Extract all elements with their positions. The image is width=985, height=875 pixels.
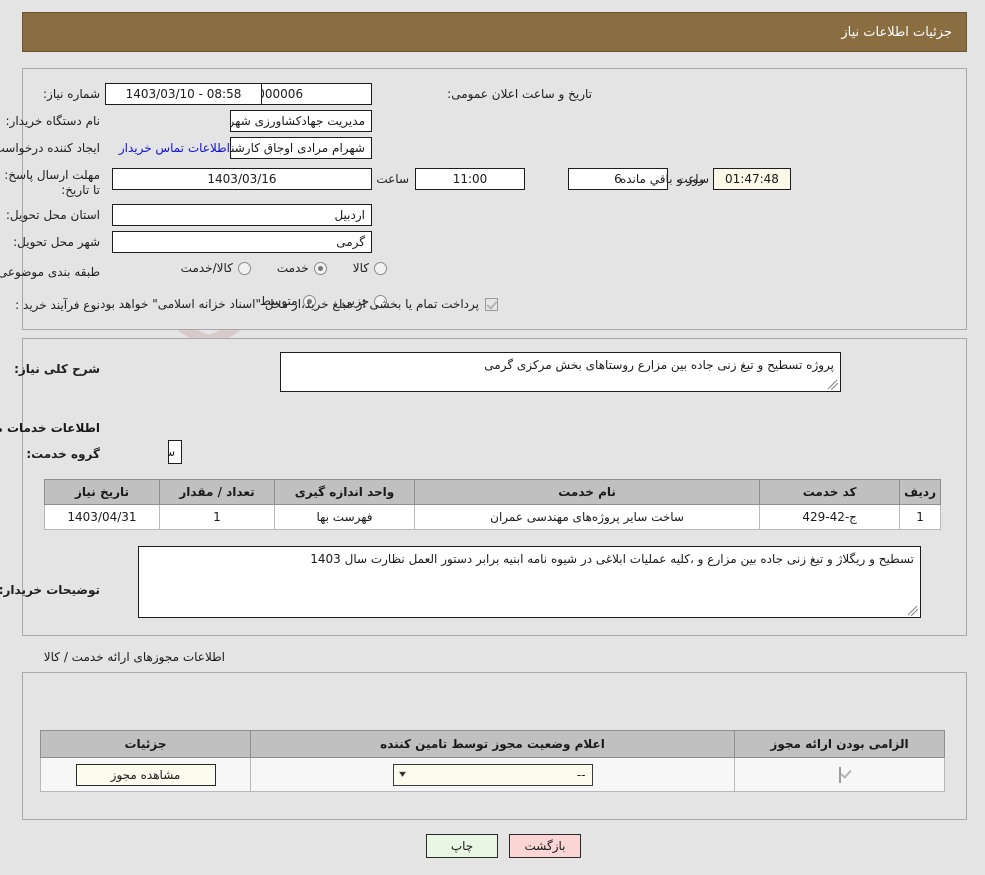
general-description-value: پروژه تسطیح و تیغ زنی جاده بین مزارع روس… [484,358,834,372]
treasury-note-row[interactable]: پرداخت تمام یا بخشی از مبلغ خرید،از محل … [96,297,498,312]
request-creator-label: ایجاد کننده درخواست: [0,141,100,155]
col-index: ردیف [899,479,941,505]
cell-unit: فهرست بها [274,504,415,530]
service-group-value: ساختمان [168,440,182,464]
permits-table: الزامی بودن ارائه مجوز اعلام وضعیت مجوز … [40,730,945,792]
services-table: ردیف کد خدمت نام خدمت واحد اندازه گیری ت… [44,479,941,530]
delivery-province-label: استان محل تحویل: [5,208,100,222]
col-permit-status: اعلام وضعیت مجوز توسط تامین کننده [250,730,735,758]
buyer-notes-label: توضیحات خریدار: [0,583,100,597]
buyer-org-value: مدیریت جهادکشاورزی شهرستان گرمی [230,110,372,132]
request-creator-value: شهرام مرادی اوجاق کارشناس مدیریت جهادکشا… [230,137,372,159]
delivery-city-label: شهر محل تحویل: [13,235,100,249]
col-unit: واحد اندازه گیری [274,479,415,505]
services-table-header-row: ردیف کد خدمت نام خدمت واحد اندازه گیری ت… [44,479,941,505]
page-root: AriaTender.net جزئیات اطلاعات نیاز شماره… [0,0,985,875]
general-description-textarea[interactable]: پروژه تسطیح و تیغ زنی جاده بین مزارع روس… [280,352,841,392]
treasury-checkbox[interactable] [485,298,498,311]
table-row: -- ▾ مشاهده مجوز [40,757,945,792]
services-section-title: اطلاعات خدمات مورد نیاز [0,421,100,435]
view-permit-button[interactable]: مشاهده مجوز [75,763,216,786]
announce-datetime-value: 1403/03/10 - 08:58 [105,83,262,105]
col-permit-details: جزئیات [40,730,251,758]
cell-permit-details: مشاهده مجوز [40,757,251,792]
need-info-panel [22,68,967,330]
back-button[interactable]: بازگشت [509,834,581,858]
delivery-province-value: اردبیل [112,204,372,226]
permit-status-value: -- [576,767,586,782]
cell-name: ساخت سایر پروژه‌های مهندسی عمران [413,504,761,530]
radio-circle-icon[interactable] [374,261,387,275]
general-description-label: شرح کلی نیاز: [14,362,100,376]
radio-circle-icon[interactable] [237,261,251,275]
chevron-down-icon[interactable]: ▾ [399,769,406,780]
service-group-label: گروه خدمت: [26,447,100,461]
need-number-label: شماره نیاز: [43,87,100,101]
print-button[interactable]: چاپ [426,834,498,858]
col-need-date: تاریخ نیاز [44,479,160,505]
permits-section-note: اطلاعات مجوزهای ارائه خدمت / کالا [43,650,225,664]
col-quantity: تعداد / مقدار [159,479,275,505]
subject-category-label: طبقه بندی موضوعی: [0,265,100,279]
radio-circle-selected-icon[interactable] [313,261,327,275]
cell-index: 1 [899,504,941,530]
purchase-process-label: نوع فرآیند خرید : [15,298,100,312]
col-code: کد خدمت [759,479,901,505]
cell-quantity: 1 [159,504,275,530]
subject-category-radio-group[interactable]: کالا خدمت کالا/خدمت [181,261,387,275]
countdown-timer: 01:47:48 [713,168,791,190]
cell-permit-required [734,757,945,792]
buyer-org-label: نام دستگاه خریدار: [5,114,101,128]
buyer-contact-link[interactable]: اطلاعات تماس خریدار [119,141,230,156]
cell-need-date: 1403/04/31 [44,504,160,530]
resize-grip-icon[interactable] [908,606,918,616]
permits-table-header-row: الزامی بودن ارائه مجوز اعلام وضعیت مجوز … [40,730,945,758]
category-option-label: خدمت [276,261,309,275]
page-title: جزئیات اطلاعات نیاز [841,24,952,40]
table-row: 1 ج-42-429 ساخت سایر پروژه‌های مهندسی عم… [44,504,941,530]
category-option-label: کالا/خدمت [180,261,233,275]
permit-status-select[interactable]: -- ▾ [392,763,593,786]
buyer-notes-textarea[interactable]: تسطیح و ریگلاژ و تیغ زنی جاده بین مزارع … [138,546,921,618]
permit-required-checkbox [838,766,841,783]
category-radio-kala[interactable]: کالا [353,261,387,275]
resize-grip-icon[interactable] [828,380,838,390]
category-radio-kala-khedmat[interactable]: کالا/خدمت [181,261,251,275]
cell-code: ج-42-429 [759,504,901,530]
treasury-note-text: پرداخت تمام یا بخشی از مبلغ خرید،از محل … [96,297,479,311]
deadline-label: مهلت ارسال پاسخ: تا تاریخ: [4,168,100,197]
delivery-city-value: گرمی [112,231,372,253]
cell-permit-status: -- ▾ [250,757,735,792]
remaining-time-label: ساعت باقي مانده [619,172,709,186]
col-permit-required: الزامی بودن ارائه مجوز [734,730,945,758]
col-name: نام خدمت [413,479,761,505]
page-header: جزئیات اطلاعات نیاز [22,12,967,52]
announce-datetime-label: تاریخ و ساعت اعلان عمومی: [447,87,592,101]
category-option-label: کالا [352,261,369,275]
category-radio-khedmat[interactable]: خدمت [277,261,327,275]
buyer-notes-value: تسطیح و ریگلاژ و تیغ زنی جاده بین مزارع … [310,552,914,566]
